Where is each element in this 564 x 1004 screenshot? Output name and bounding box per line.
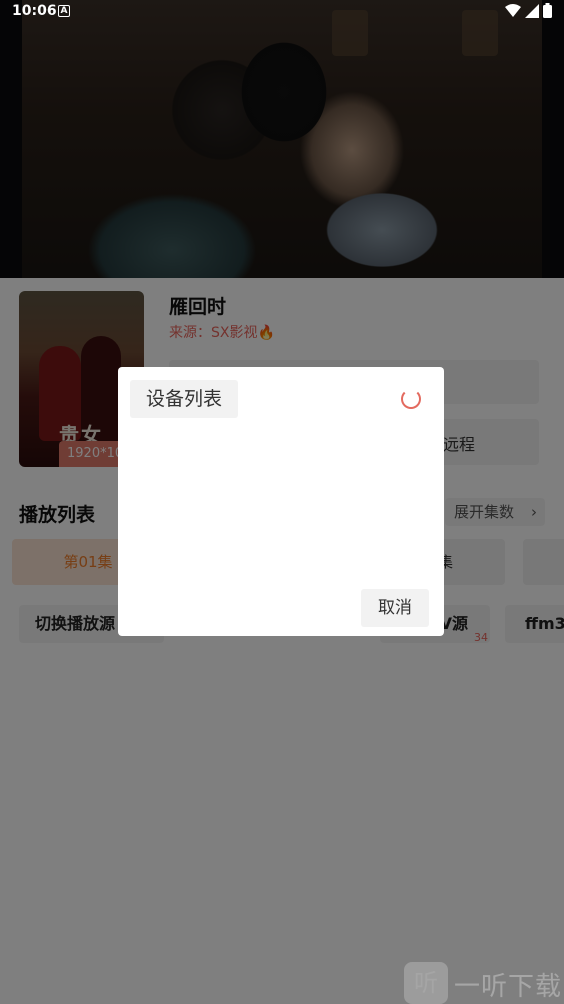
- watermark: 听 一听下载: [402, 962, 564, 1004]
- notification-icon: A: [58, 5, 70, 17]
- cancel-button[interactable]: 取消: [361, 589, 429, 627]
- dialog-title: 设备列表: [130, 380, 239, 418]
- battery-icon: [543, 3, 552, 18]
- wifi-icon: [505, 3, 521, 17]
- watermark-text: 一听下载: [454, 972, 563, 1002]
- status-bar: 10:06 A: [0, 0, 564, 24]
- device-list-dialog: 设备列表 取消: [118, 367, 444, 636]
- signal-icon: [525, 3, 539, 18]
- loading-spinner-icon: [401, 389, 421, 409]
- watermark-logo-icon: 听: [404, 962, 448, 1004]
- status-icons: [505, 3, 552, 18]
- status-time: 10:06: [12, 3, 57, 19]
